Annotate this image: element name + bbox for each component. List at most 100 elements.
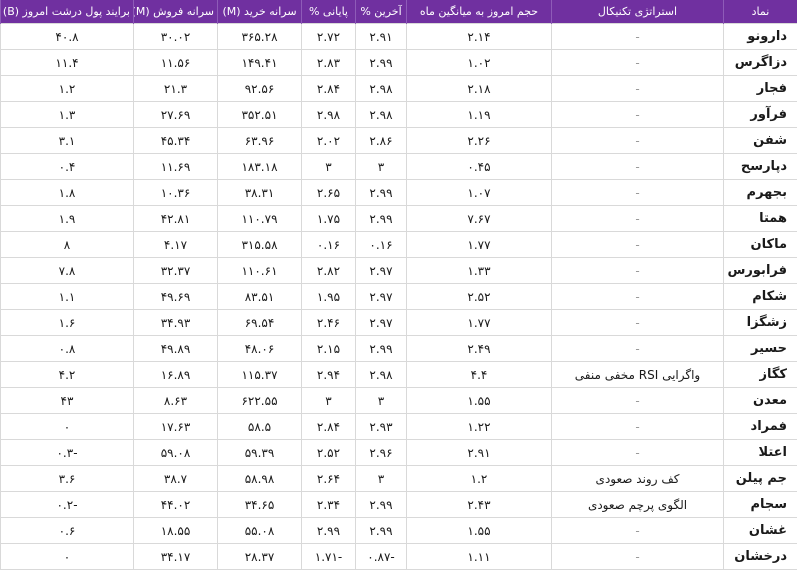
strategy-cell: - xyxy=(551,23,724,50)
strategy-cell: - xyxy=(551,101,724,128)
volume-ratio-cell: ۲.۴۹ xyxy=(406,335,552,362)
stock-table: نماد استراتژی تکنیکال حجم امروز به میانگ… xyxy=(0,0,797,570)
header-money-flow: برایند پول درشت امروز (B) xyxy=(0,0,134,24)
last-pct-cell: ۳ xyxy=(355,387,407,414)
symbol-cell: ماکان xyxy=(723,231,797,258)
sell-per-capita-cell: ۴۲.۸۱ xyxy=(133,205,218,232)
sell-per-capita-cell: ۴۹.۸۹ xyxy=(133,335,218,362)
strategy-cell: - xyxy=(551,153,724,180)
money-flow-cell: ۴.۲ xyxy=(0,361,134,388)
symbol-cell: دزاگرس xyxy=(723,49,797,76)
strategy-cell: واگرایی RSI مخفی منفی xyxy=(551,361,724,388)
symbol-cell: فرآور xyxy=(723,101,797,128)
buy-per-capita-cell: ۳۶۵.۲۸ xyxy=(217,23,302,50)
table-row: سجام الگوی پرچم صعودی ۲.۴۳ ۲.۹۹ ۲.۳۴ ۳۴.۶۵ ۴۴.… xyxy=(0,491,797,518)
table-body: دارونو -۲.۱۴ ۲.۹۱ ۲.۷۲ ۳۶۵.۲۸ ۳۰.۰۲ ۴۰.۸ دزاگرس… xyxy=(0,23,797,570)
sell-per-capita-cell: ۳۰.۰۲ xyxy=(133,23,218,50)
money-flow-cell: ۰ xyxy=(0,543,134,570)
buy-per-capita-cell: ۳۴.۶۵ xyxy=(217,491,302,518)
symbol-cell: فرابورس xyxy=(723,257,797,284)
close-pct-cell: ۰.۱۶ xyxy=(301,231,356,258)
close-pct-cell: ۲.۶۵ xyxy=(301,179,356,206)
buy-per-capita-cell: ۱۴۹.۴۱ xyxy=(217,49,302,76)
last-pct-cell: ۲.۹۸ xyxy=(355,75,407,102)
money-flow-cell: ۱.۸ xyxy=(0,179,134,206)
buy-per-capita-cell: ۳۵۲.۵۱ xyxy=(217,101,302,128)
last-pct-cell: ۲.۹۹ xyxy=(355,179,407,206)
last-pct-cell: ۲.۹۸ xyxy=(355,101,407,128)
symbol-cell: شکام xyxy=(723,283,797,310)
last-pct-cell: ۲.۹۹ xyxy=(355,517,407,544)
buy-per-capita-cell: ۳۸.۳۱ xyxy=(217,179,302,206)
last-pct-cell: -۰.۸۷ xyxy=(355,543,407,570)
strategy-cell: - xyxy=(551,309,724,336)
table-row: جم پیلن کف روند صعودی ۱.۲ ۳ ۲.۶۴ ۵۸.۹۸ ۳۸.۷ ۳.۶ xyxy=(0,465,797,492)
table-row: فرابورس -۱.۳۳ ۲.۹۷ ۲.۸۲ ۱۱۰.۶۱ ۳۲.۳۷ ۷.۸ xyxy=(0,257,797,284)
last-pct-cell: ۲.۹۸ xyxy=(355,361,407,388)
table-row: دپارسح -۰.۴۵ ۳ ۳ ۱۸۳.۱۸ ۱۱.۶۹ ۰.۴ xyxy=(0,153,797,180)
strategy-cell: - xyxy=(551,413,724,440)
last-pct-cell: ۲.۹۳ xyxy=(355,413,407,440)
sell-per-capita-cell: ۳۴.۱۷ xyxy=(133,543,218,570)
buy-per-capita-cell: ۲۸.۳۷ xyxy=(217,543,302,570)
volume-ratio-cell: ۲.۱۴ xyxy=(406,23,552,50)
strategy-cell: کف روند صعودی xyxy=(551,465,724,492)
volume-ratio-cell: ۱.۵۵ xyxy=(406,517,552,544)
sell-per-capita-cell: ۱۰.۳۶ xyxy=(133,179,218,206)
buy-per-capita-cell: ۵۸.۹۸ xyxy=(217,465,302,492)
table-row: فمراد -۱.۲۲ ۲.۹۳ ۲.۸۴ ۵۸.۵ ۱۷.۶۳ ۰ xyxy=(0,413,797,440)
close-pct-cell: ۲.۳۴ xyxy=(301,491,356,518)
strategy-cell: - xyxy=(551,387,724,414)
money-flow-cell: -۰.۲ xyxy=(0,491,134,518)
table-row: شفن -۲.۲۶ ۲.۸۶ ۲.۰۲ ۶۳.۹۶ ۴۵.۳۴ ۳.۱ xyxy=(0,127,797,154)
strategy-cell: - xyxy=(551,205,724,232)
money-flow-cell: ۷.۸ xyxy=(0,257,134,284)
money-flow-cell: ۰.۴ xyxy=(0,153,134,180)
buy-per-capita-cell: ۸۳.۵۱ xyxy=(217,283,302,310)
money-flow-cell: ۴۳ xyxy=(0,387,134,414)
last-pct-cell: ۲.۹۱ xyxy=(355,23,407,50)
symbol-cell: زشگزا xyxy=(723,309,797,336)
last-pct-cell: ۲.۹۹ xyxy=(355,491,407,518)
buy-per-capita-cell: ۶۲۲.۵۵ xyxy=(217,387,302,414)
volume-ratio-cell: ۱.۷۷ xyxy=(406,309,552,336)
buy-per-capita-cell: ۵۸.۵ xyxy=(217,413,302,440)
sell-per-capita-cell: ۴۹.۶۹ xyxy=(133,283,218,310)
buy-per-capita-cell: ۱۸۳.۱۸ xyxy=(217,153,302,180)
buy-per-capita-cell: ۱۱۰.۷۹ xyxy=(217,205,302,232)
money-flow-cell: ۰ xyxy=(0,413,134,440)
sell-per-capita-cell: ۴.۱۷ xyxy=(133,231,218,258)
symbol-cell: دارونو xyxy=(723,23,797,50)
table-row: درخشان -۱.۱۱ -۰.۸۷ -۱.۷۱ ۲۸.۳۷ ۳۴.۱۷ ۰ xyxy=(0,543,797,570)
sell-per-capita-cell: ۱۱.۶۹ xyxy=(133,153,218,180)
table-row: ماکان -۱.۷۷ ۰.۱۶ ۰.۱۶ ۳۱۵.۵۸ ۴.۱۷ ۸ xyxy=(0,231,797,258)
close-pct-cell: ۲.۹۹ xyxy=(301,517,356,544)
close-pct-cell: ۲.۴۶ xyxy=(301,309,356,336)
last-pct-cell: ۲.۹۹ xyxy=(355,335,407,362)
money-flow-cell: ۱.۱ xyxy=(0,283,134,310)
close-pct-cell: ۲.۷۲ xyxy=(301,23,356,50)
volume-ratio-cell: ۱.۱۹ xyxy=(406,101,552,128)
money-flow-cell: ۸ xyxy=(0,231,134,258)
header-volume-ratio: حجم امروز به میانگین ماه xyxy=(406,0,552,24)
buy-per-capita-cell: ۱۱۰.۶۱ xyxy=(217,257,302,284)
sell-per-capita-cell: ۱۷.۶۳ xyxy=(133,413,218,440)
symbol-cell: معدن xyxy=(723,387,797,414)
money-flow-cell: ۱.۳ xyxy=(0,101,134,128)
symbol-cell: اعتلا xyxy=(723,439,797,466)
volume-ratio-cell: ۱.۲۲ xyxy=(406,413,552,440)
close-pct-cell: ۳ xyxy=(301,153,356,180)
strategy-cell: - xyxy=(551,543,724,570)
table-row: کگاز واگرایی RSI مخفی منفی ۴.۴ ۲.۹۸ ۲.۹۴ ۱۱۵.… xyxy=(0,361,797,388)
strategy-cell: - xyxy=(551,517,724,544)
symbol-cell: جم پیلن xyxy=(723,465,797,492)
close-pct-cell: ۲.۰۲ xyxy=(301,127,356,154)
volume-ratio-cell: ۲.۵۲ xyxy=(406,283,552,310)
header-row: نماد استراتژی تکنیکال حجم امروز به میانگ… xyxy=(0,0,797,24)
volume-ratio-cell: ۴.۴ xyxy=(406,361,552,388)
strategy-cell: - xyxy=(551,49,724,76)
money-flow-cell: ۱.۲ xyxy=(0,75,134,102)
volume-ratio-cell: ۷.۶۷ xyxy=(406,205,552,232)
buy-per-capita-cell: ۴۸.۰۶ xyxy=(217,335,302,362)
volume-ratio-cell: ۲.۱۸ xyxy=(406,75,552,102)
